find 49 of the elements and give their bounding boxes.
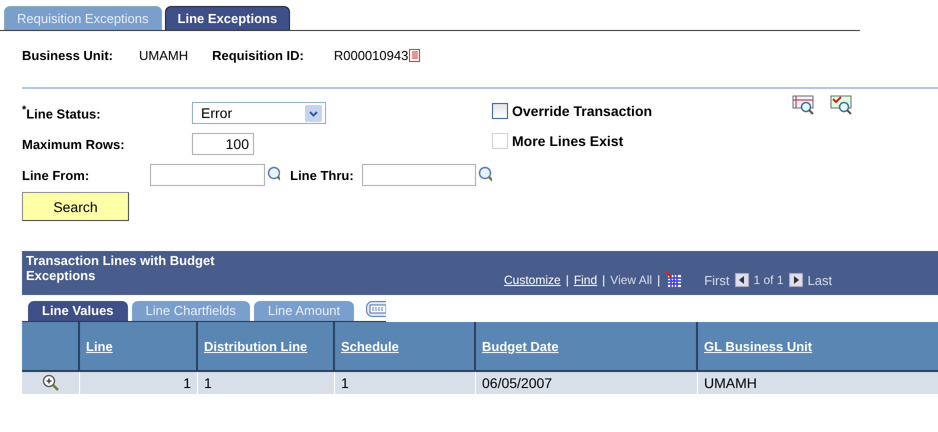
chevron-down-icon	[305, 104, 322, 122]
tab[interactable]: Requisition Exceptions	[4, 6, 162, 30]
tab[interactable]: Line Chartfields	[132, 301, 250, 321]
status-dropdown[interactable]: Error	[192, 102, 326, 124]
field-label: Line Thru:	[290, 168, 354, 182]
input-field[interactable]	[150, 164, 265, 186]
column-header[interactable]: Budget Date	[476, 322, 698, 372]
field-label: Business Unit:	[22, 48, 114, 62]
checkbox-label: More Lines Exist	[512, 133, 624, 149]
table-cell: 06/05/2007	[476, 372, 698, 394]
column-header	[22, 322, 80, 372]
nav-label: Last	[808, 272, 832, 288]
grid-title: Transaction Lines with Budget Exceptions	[26, 253, 216, 283]
column-header[interactable]: GL Business Unit	[698, 322, 938, 372]
search-icon[interactable]	[478, 166, 492, 184]
page-count: 1 of 1	[754, 273, 784, 287]
column-header[interactable]: Line	[80, 322, 198, 372]
checked-grid-search-icon[interactable]	[830, 95, 854, 115]
nav-label: First	[704, 272, 730, 288]
field-label: Requisition ID:	[212, 48, 304, 62]
show-all-columns-icon[interactable]	[366, 301, 386, 317]
separator: |	[602, 273, 606, 287]
field-value: UMAMH	[139, 48, 188, 62]
grid-search-icon[interactable]	[792, 95, 816, 115]
input-field[interactable]	[362, 164, 476, 186]
separator: |	[657, 273, 660, 287]
field-label: Line From:	[22, 168, 90, 182]
tab[interactable]: Line Exceptions	[164, 6, 290, 30]
tab[interactable]: Line Amount	[254, 301, 354, 321]
field-label: Maximum Rows:	[22, 136, 126, 152]
zoom-in-icon[interactable]	[42, 374, 60, 392]
document-icon[interactable]	[409, 48, 420, 62]
checkbox[interactable]	[492, 103, 508, 119]
field-value: R000010943	[334, 48, 408, 62]
table-cell: 1	[198, 372, 335, 394]
grid-link[interactable]: Customize	[504, 273, 561, 287]
grid-link[interactable]: Find	[574, 273, 598, 287]
field-label: $^{*}$Line Status:	[22, 104, 102, 122]
tab[interactable]: Line Values	[28, 301, 128, 321]
input-field[interactable]: 100	[192, 133, 254, 155]
table-cell: 1	[335, 372, 476, 394]
table-cell: UMAMH	[698, 372, 938, 394]
search-button[interactable]: Search	[22, 192, 129, 221]
column-header[interactable]: Distribution Line	[198, 322, 335, 372]
column-header[interactable]: Schedule	[335, 322, 476, 372]
separator: |	[566, 273, 569, 287]
spreadsheet-icon[interactable]	[665, 272, 682, 288]
table-cell: 1	[80, 372, 198, 394]
checkbox-label: Override Transaction	[512, 103, 652, 119]
